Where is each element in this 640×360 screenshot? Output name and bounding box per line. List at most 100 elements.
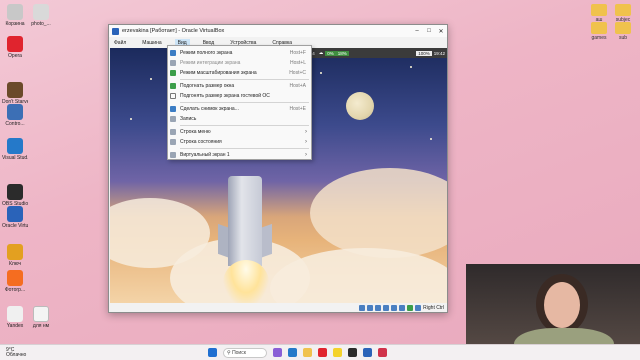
menu-separator — [180, 148, 309, 149]
menu-item-virtual-screen[interactable]: Виртуальный экран 1 › — [168, 150, 311, 160]
hdd-icon[interactable] — [359, 304, 366, 311]
desktop-icon[interactable]: Ключ — [2, 244, 28, 267]
weather-widget[interactable]: 9°C Облачно — [6, 347, 26, 358]
app-icon — [7, 138, 23, 154]
desktop-icon-label: Oracle VirtualBox — [2, 223, 28, 229]
optical-drive-icon[interactable] — [367, 304, 374, 311]
desktop-icon-photo[interactable]: photo_... — [28, 4, 54, 27]
menu-file[interactable]: Файл — [114, 40, 126, 46]
star — [150, 78, 152, 80]
folder-icon — [591, 22, 607, 34]
cloud — [310, 168, 447, 258]
desktop-icon-label: Yandex — [6, 323, 24, 329]
file-explorer-icon[interactable] — [303, 348, 312, 357]
window-title: erzevakina [Работает] - Oracle VirtualBo… — [122, 28, 225, 34]
taskbar: 9°C Облачно ⚲ Поиск — [0, 344, 640, 360]
folder-icon — [591, 4, 607, 16]
desktop-icon[interactable]: Opera — [2, 36, 28, 59]
folder-icon — [615, 22, 631, 34]
yandex-icon[interactable] — [333, 348, 342, 357]
menu-item-screenshot[interactable]: Сделать снимок экрана... Host+E — [168, 104, 311, 114]
app-icon — [7, 306, 23, 322]
menu-item-record[interactable]: Запись — [168, 114, 311, 124]
shared-folder-icon[interactable] — [391, 304, 398, 311]
scale-icon — [170, 70, 176, 76]
menu-item-scale[interactable]: Режим масштабирования экрана Host+C — [168, 68, 311, 78]
record-icon — [170, 116, 176, 122]
screen-icon — [170, 152, 176, 158]
network-icon[interactable] — [375, 304, 382, 311]
desktop-icon-file[interactable]: для нм — [28, 306, 54, 329]
desktop-icon-label: Корзина — [5, 21, 25, 27]
desktop-icon[interactable]: Visual Stud... — [2, 138, 28, 161]
star — [430, 138, 432, 140]
menu-item-seamless: Режим интеграции экрана Host+L — [168, 58, 311, 68]
desktop-folder-3[interactable]: games — [586, 22, 612, 41]
mouse-integration-icon[interactable] — [415, 304, 422, 311]
guest-status-bar: 1/24 ☁ 0% 18% 100% 19:42 — [304, 48, 447, 58]
view-menu-dropdown: Режим полного экрана Host+F Режим интегр… — [167, 45, 312, 160]
chevron-right-icon: › — [305, 152, 307, 158]
desktop-icon[interactable]: Oracle VirtualBox — [2, 206, 28, 229]
desktop-icon-label: Visual Stud... — [2, 155, 28, 161]
menu-item-statusbar[interactable]: Строка состояния › — [168, 137, 311, 147]
menu-item-fullscreen[interactable]: Режим полного экрана Host+F — [168, 48, 311, 58]
host-key-label: Right Ctrl — [423, 304, 444, 311]
desktop-icon[interactable]: Contro... — [2, 104, 28, 127]
desktop-icon-label: Ключ — [8, 261, 22, 267]
desktop-icon-label: Contro... — [5, 121, 25, 127]
opera-icon[interactable] — [318, 348, 327, 357]
desktop-icon-label: Фотогр... — [4, 287, 26, 293]
obs-icon[interactable] — [348, 348, 357, 357]
seamless-icon — [170, 60, 176, 66]
menu-item-fit-window[interactable]: Подогнать размер окна Host+A — [168, 81, 311, 91]
app-icon — [7, 4, 23, 20]
desktop-folder-1[interactable]: аш — [586, 4, 612, 23]
statusbar-icon — [170, 139, 176, 145]
desktop-icon[interactable]: OBS Studio — [2, 184, 28, 207]
file-icon — [33, 4, 49, 20]
taskbar-search[interactable]: ⚲ Поиск — [223, 347, 267, 358]
app-icon — [7, 104, 23, 120]
document-icon — [33, 306, 49, 322]
recording-icon[interactable] — [407, 304, 414, 311]
window-titlebar[interactable]: erzevakina [Работает] - Oracle VirtualBo… — [109, 25, 447, 37]
desktop-icon[interactable]: Корзина — [2, 4, 28, 27]
moon-graphic — [346, 92, 374, 120]
desktop-folder-4[interactable]: sub — [610, 22, 636, 41]
rocket-graphic — [228, 176, 262, 266]
desktop-icon[interactable]: Фотогр... — [2, 270, 28, 293]
fullscreen-icon — [170, 50, 176, 56]
star — [320, 72, 322, 74]
start-button-icon[interactable] — [208, 348, 217, 357]
task-view-icon[interactable] — [273, 348, 282, 357]
virtualbox-taskbar-icon[interactable] — [363, 348, 372, 357]
app-icon[interactable] — [378, 348, 387, 357]
desktop-folder-2[interactable]: subjec — [610, 4, 636, 23]
desktop-icon[interactable]: Yandex — [2, 306, 28, 329]
chevron-right-icon: › — [305, 129, 307, 135]
virtualbox-icon — [112, 27, 119, 35]
webcam-person-face — [544, 282, 580, 328]
minimize-button[interactable]: – — [411, 28, 423, 35]
app-icon — [7, 270, 23, 286]
screenshot-icon — [170, 106, 176, 112]
chevron-right-icon: › — [305, 139, 307, 145]
star — [410, 66, 412, 68]
menu-item-autoresize[interactable]: Подгонять размер экрана гостевой ОС — [168, 91, 311, 101]
usb-icon[interactable] — [383, 304, 390, 311]
menu-machine[interactable]: Машина — [142, 40, 161, 46]
menu-item-menubar[interactable]: Строка меню › — [168, 127, 311, 137]
cloud-icon: ☁ — [318, 50, 324, 55]
fit-window-icon — [170, 83, 176, 89]
folder-icon — [615, 4, 631, 16]
edge-icon[interactable] — [288, 348, 297, 357]
app-icon — [7, 244, 23, 260]
menu-separator — [180, 125, 309, 126]
maximize-button[interactable]: □ — [423, 28, 435, 35]
app-icon — [7, 36, 23, 52]
display-icon[interactable] — [399, 304, 406, 311]
desktop-icon[interactable]: Don't Starve — [2, 82, 28, 105]
star — [130, 118, 132, 120]
close-button[interactable]: ✕ — [435, 28, 447, 35]
